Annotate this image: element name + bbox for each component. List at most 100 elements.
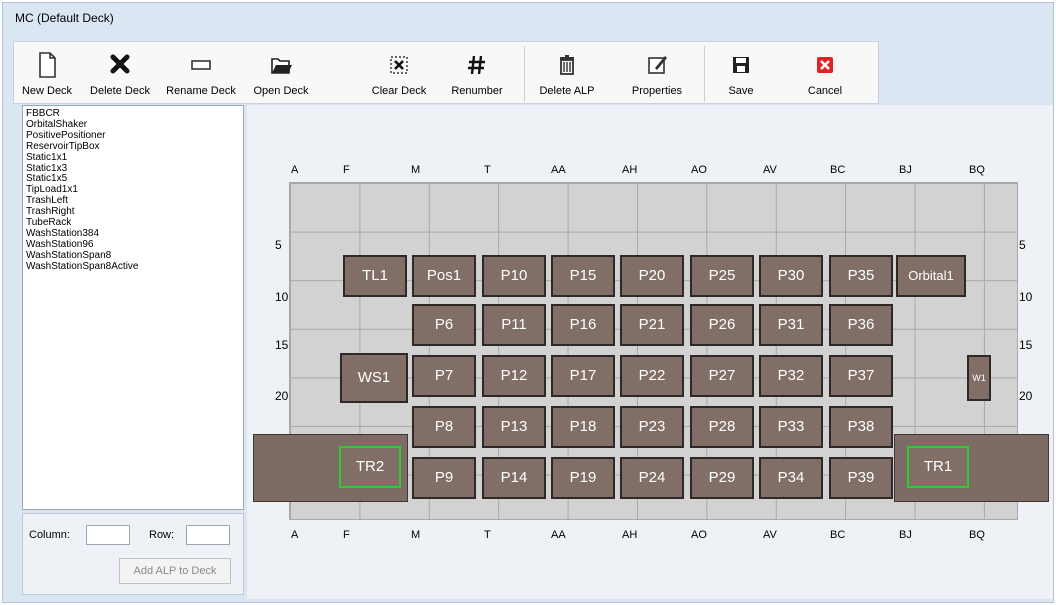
hash-icon <box>444 50 510 80</box>
deck-position-p15[interactable]: P15 <box>551 255 615 297</box>
top-column-label: AA <box>551 164 566 176</box>
save-button[interactable]: Save <box>714 42 768 103</box>
deck-position-w1[interactable]: W1 <box>967 355 991 401</box>
bottom-column-label: A <box>291 529 299 541</box>
deck-position-p39[interactable]: P39 <box>829 457 893 499</box>
deck-position-p29[interactable]: P29 <box>690 457 754 499</box>
bottom-column-label: AA <box>551 529 566 541</box>
top-column-label: T <box>484 164 491 176</box>
deck-position-p14[interactable]: P14 <box>482 457 546 499</box>
deck-position-p12[interactable]: P12 <box>482 355 546 397</box>
deck-position-pos1[interactable]: Pos1 <box>412 255 476 297</box>
window-title: MC (Default Deck) <box>15 11 114 25</box>
deck-position-p25[interactable]: P25 <box>690 255 754 297</box>
left-row-label: 5 <box>275 238 282 252</box>
deck-position-p32[interactable]: P32 <box>759 355 823 397</box>
save-label: Save <box>728 85 754 97</box>
deck-position-p13[interactable]: P13 <box>482 406 546 448</box>
deck-position-p9[interactable]: P9 <box>412 457 476 499</box>
deck-position-p27[interactable]: P27 <box>690 355 754 397</box>
cancel-label: Cancel <box>807 85 843 97</box>
deck-position-p19[interactable]: P19 <box>551 457 615 499</box>
rename-deck-button[interactable]: Rename Deck <box>158 42 244 103</box>
new-deck-button[interactable]: New Deck <box>16 42 78 103</box>
top-column-label: BJ <box>899 164 912 176</box>
delete-alp-button[interactable]: Delete ALP <box>534 42 600 103</box>
deck-position-p30[interactable]: P30 <box>759 255 823 297</box>
row-label: Row: <box>149 529 175 541</box>
deck-position-ws1[interactable]: WS1 <box>340 353 408 403</box>
add-alp-to-deck-button[interactable]: Add ALP to Deck <box>119 558 231 584</box>
bottom-column-label: M <box>411 529 421 541</box>
toolbar: New Deck Delete Deck Rename Deck Open De… <box>13 41 879 104</box>
right-row-label: 5 <box>1019 238 1026 252</box>
deck-position-p37[interactable]: P37 <box>829 355 893 397</box>
deck-position-p16[interactable]: P16 <box>551 304 615 346</box>
row-input[interactable] <box>186 525 230 545</box>
delete-deck-button[interactable]: Delete Deck <box>82 42 158 103</box>
deck-position-p17[interactable]: P17 <box>551 355 615 397</box>
left-row-label: 20 <box>275 389 289 403</box>
rename-deck-label: Rename Deck <box>166 85 236 97</box>
left-row-label: 10 <box>275 290 289 304</box>
bottom-column-label: BQ <box>969 529 985 541</box>
bottom-column-label: BJ <box>899 529 912 541</box>
deck-position-orbital1[interactable]: Orbital1 <box>896 255 966 297</box>
alp-list-item[interactable]: WashStationSpan8Active <box>26 261 243 273</box>
top-column-label: A <box>291 164 299 176</box>
deck-position-tl1[interactable]: TL1 <box>343 255 407 297</box>
right-row-label: 15 <box>1019 338 1033 352</box>
alp-list-item[interactable]: Static1x1 <box>26 152 243 164</box>
deck-position-tr2[interactable]: TR2 <box>339 446 401 488</box>
open-deck-label: Open Deck <box>253 85 309 97</box>
renumber-button[interactable]: Renumber <box>444 42 510 103</box>
deck-position-p11[interactable]: P11 <box>482 304 546 346</box>
placement-panel: Column: Row: Add ALP to Deck <box>22 513 244 595</box>
deck-position-p21[interactable]: P21 <box>620 304 684 346</box>
trash-icon <box>534 50 600 80</box>
open-deck-button[interactable]: Open Deck <box>244 42 318 103</box>
deck-position-p6[interactable]: P6 <box>412 304 476 346</box>
app-window: MC (Default Deck) New Deck Delete Deck R… <box>2 2 1054 603</box>
renumber-label: Renumber <box>451 85 503 97</box>
deck-position-p34[interactable]: P34 <box>759 457 823 499</box>
delete-alp-label: Delete ALP <box>539 85 595 97</box>
deck-position-p31[interactable]: P31 <box>759 304 823 346</box>
clear-deck-label: Clear Deck <box>371 85 427 97</box>
floppy-save-icon <box>714 50 768 80</box>
column-input[interactable] <box>86 525 130 545</box>
deck-position-p20[interactable]: P20 <box>620 255 684 297</box>
deck-position-p35[interactable]: P35 <box>829 255 893 297</box>
deck-position-p10[interactable]: P10 <box>482 255 546 297</box>
deck-position-p33[interactable]: P33 <box>759 406 823 448</box>
alp-list-item[interactable]: ReservoirTipBox <box>26 141 243 153</box>
deck-position-tr1[interactable]: TR1 <box>907 446 969 488</box>
clear-deck-button[interactable]: Clear Deck <box>364 42 434 103</box>
title-bar: MC (Default Deck) <box>3 3 1053 31</box>
deck-position-p23[interactable]: P23 <box>620 406 684 448</box>
deck-position-p22[interactable]: P22 <box>620 355 684 397</box>
properties-button[interactable]: Properties <box>620 42 694 103</box>
bottom-column-label: AH <box>622 529 638 541</box>
alp-type-list[interactable]: FBBCR OrbitalShaker PositivePositioner Rese… <box>22 105 244 510</box>
cancel-button[interactable]: Cancel <box>792 42 858 103</box>
top-column-label: M <box>411 164 421 176</box>
bottom-column-label: T <box>484 529 491 541</box>
deck-position-p7[interactable]: P7 <box>412 355 476 397</box>
deck-position-p26[interactable]: P26 <box>690 304 754 346</box>
deck-position-p18[interactable]: P18 <box>551 406 615 448</box>
edit-properties-icon <box>620 50 694 80</box>
folder-open-icon <box>244 50 318 80</box>
top-column-label: AH <box>622 164 638 176</box>
delete-x-icon <box>82 50 158 80</box>
toolbar-separator <box>524 46 525 102</box>
deck-position-p24[interactable]: P24 <box>620 457 684 499</box>
deck-position-p38[interactable]: P38 <box>829 406 893 448</box>
properties-label: Properties <box>631 85 683 97</box>
delete-deck-label: Delete Deck <box>90 85 150 97</box>
bottom-column-label: F <box>343 529 350 541</box>
deck-position-p8[interactable]: P8 <box>412 406 476 448</box>
deck-position-p36[interactable]: P36 <box>829 304 893 346</box>
deck-position-p28[interactable]: P28 <box>690 406 754 448</box>
deck-view[interactable]: A F M T AA AH AO AV BC BJ BQ A F M T AA AH AO AV BC BJ BQ 5 1… <box>247 105 1053 599</box>
